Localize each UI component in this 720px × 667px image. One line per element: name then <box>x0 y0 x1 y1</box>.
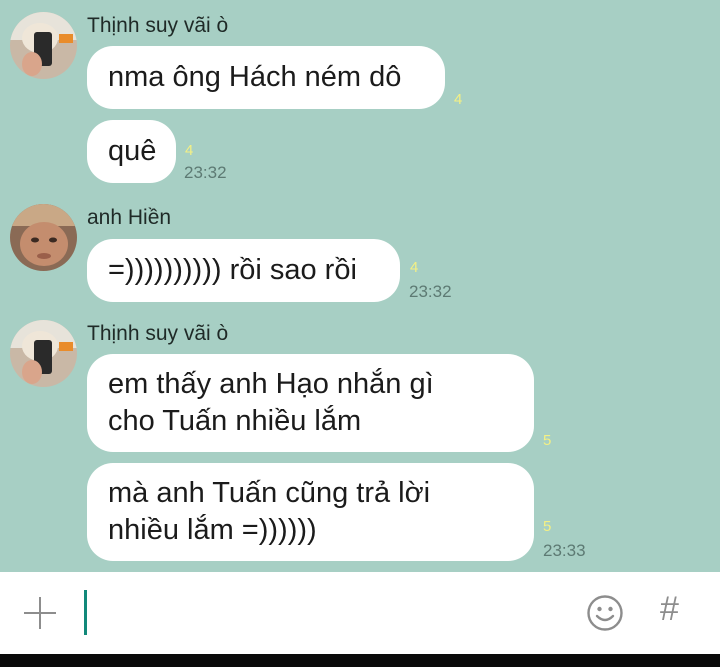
message-text: quê <box>108 135 157 167</box>
message-bubble[interactable]: em thấy anh Hạo nhắn gì cho Tuấn nhiều l… <box>87 354 534 452</box>
emoji-icon[interactable] <box>586 594 624 637</box>
sender-name: Thịnh suy vãi ò <box>87 14 229 37</box>
message-bubble[interactable]: =)))))))))) rồi sao rồi <box>87 239 400 302</box>
read-count: 4 <box>185 142 194 159</box>
message-input[interactable] <box>84 590 87 635</box>
avatar[interactable] <box>10 204 77 271</box>
message-text: em thấy anh Hạo nhắn gì cho Tuấn nhiều l… <box>108 368 434 437</box>
timestamp: 23:33 <box>543 541 586 560</box>
read-count: 4 <box>410 259 419 276</box>
read-count: 5 <box>543 432 552 449</box>
system-navigation-bar <box>0 654 720 667</box>
avatar[interactable] <box>10 12 77 79</box>
timestamp: 23:32 <box>409 282 452 301</box>
avatar[interactable] <box>10 320 77 387</box>
hashtag-button[interactable]: # <box>660 590 679 629</box>
sender-name: Thịnh suy vãi ò <box>87 322 229 345</box>
message-bubble[interactable]: quê <box>87 120 176 183</box>
message-bubble[interactable]: nma ông Hách ném dô <box>87 46 445 109</box>
message-text: =)))))))))) rồi sao rồi <box>108 254 357 286</box>
read-count: 4 <box>454 91 463 108</box>
message-text: mà anh Tuấn cũng trả lời nhiều lắm =))))… <box>108 477 431 546</box>
message-text: nma ông Hách ném dô <box>108 61 402 93</box>
timestamp: 23:32 <box>184 163 227 182</box>
chat-area: Thịnh suy vãi ò nma ông Hách ném dô 4 qu… <box>0 0 720 572</box>
message-bubble[interactable]: mà anh Tuấn cũng trả lời nhiều lắm =))))… <box>87 463 534 561</box>
read-count: 5 <box>543 518 552 535</box>
plus-icon[interactable] <box>22 595 58 631</box>
sender-name: anh Hiền <box>87 206 172 229</box>
